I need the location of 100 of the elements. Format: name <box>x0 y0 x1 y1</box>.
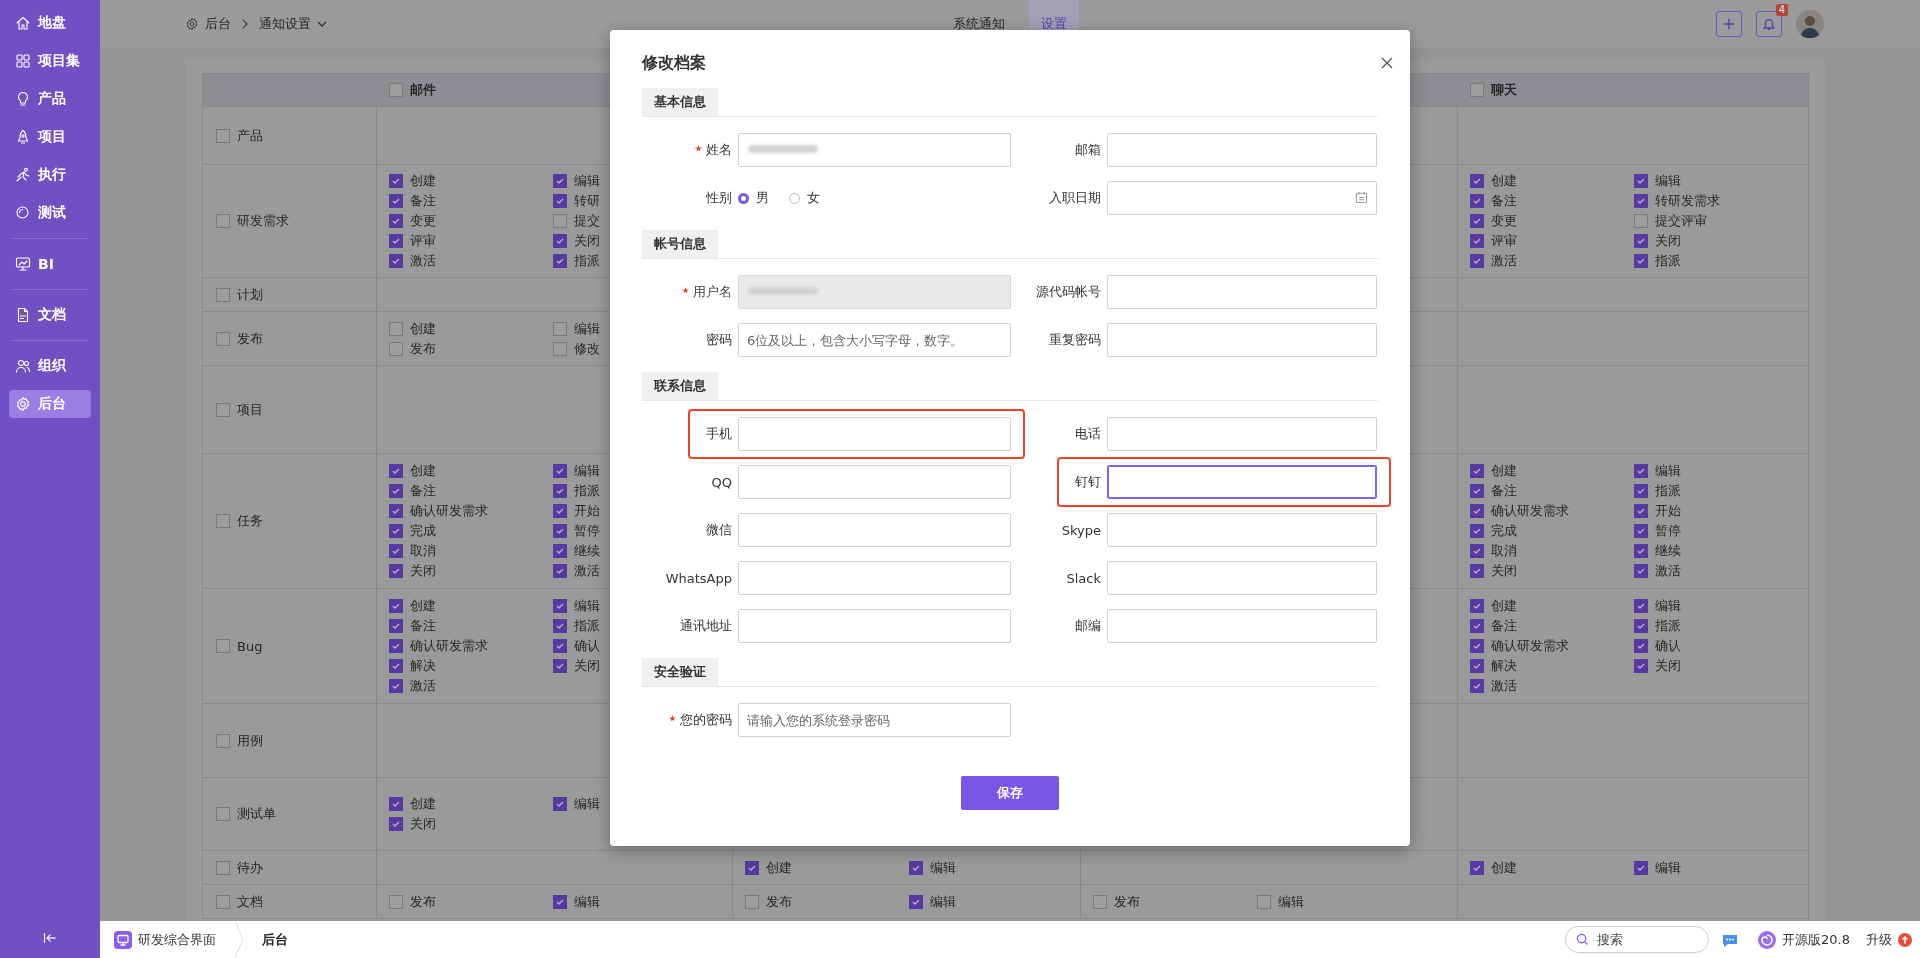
checkbox[interactable] <box>1634 194 1648 208</box>
collapse-icon[interactable] <box>43 932 57 944</box>
checkbox[interactable] <box>1634 659 1648 673</box>
checkbox[interactable] <box>1470 860 1484 875</box>
checkbox[interactable] <box>553 599 567 613</box>
checkbox[interactable] <box>389 619 403 633</box>
checkbox[interactable] <box>1470 659 1484 673</box>
checkbox[interactable] <box>389 797 403 811</box>
checkbox[interactable] <box>1634 860 1648 875</box>
checkbox[interactable] <box>553 797 567 811</box>
checkbox[interactable] <box>553 321 567 336</box>
sidebar-item[interactable]: 项目集 <box>9 47 91 75</box>
radio-button[interactable] <box>738 192 749 204</box>
checkbox[interactable] <box>1470 484 1484 498</box>
checkbox[interactable] <box>389 321 403 336</box>
save-button[interactable]: 保存 <box>961 776 1059 810</box>
checkbox[interactable] <box>1634 524 1648 538</box>
checkbox[interactable] <box>389 817 403 831</box>
checkbox[interactable] <box>553 174 567 188</box>
sidebar-item[interactable]: 地盘 <box>9 9 91 37</box>
checkbox[interactable] <box>1634 599 1648 613</box>
checkbox[interactable] <box>1470 194 1484 208</box>
checkbox[interactable] <box>389 254 403 268</box>
checkbox[interactable] <box>1634 254 1648 268</box>
checkbox[interactable] <box>1634 504 1648 518</box>
checkbox[interactable] <box>909 860 923 875</box>
checkbox[interactable] <box>1470 639 1484 653</box>
checkbox[interactable] <box>1634 234 1648 248</box>
checkbox[interactable] <box>1470 619 1484 633</box>
checkbox[interactable] <box>389 564 403 578</box>
checkbox[interactable] <box>553 214 567 228</box>
checkbox[interactable] <box>1257 894 1271 909</box>
sidebar-item[interactable]: 产品 <box>9 85 91 113</box>
checkbox[interactable] <box>216 214 230 228</box>
checkbox[interactable] <box>389 194 403 208</box>
sidebar-item[interactable]: 文档 <box>9 301 91 329</box>
checkbox[interactable] <box>216 860 230 875</box>
checkbox[interactable] <box>216 733 230 748</box>
checkbox[interactable] <box>389 83 403 97</box>
checkbox[interactable] <box>1470 464 1484 478</box>
checkbox[interactable] <box>216 402 230 417</box>
checkbox[interactable] <box>553 484 567 498</box>
checkbox[interactable] <box>389 544 403 558</box>
checkbox[interactable] <box>389 341 403 356</box>
sidebar-item[interactable]: 执行 <box>9 161 91 189</box>
checkbox[interactable] <box>216 331 230 346</box>
sidebar-item[interactable]: 测试 <box>9 199 91 227</box>
checkbox[interactable] <box>1470 679 1484 693</box>
avatar[interactable] <box>1796 10 1824 38</box>
checkbox[interactable] <box>389 659 403 673</box>
date-field[interactable] <box>1107 181 1377 215</box>
checkbox[interactable] <box>553 639 567 653</box>
checkbox[interactable] <box>1093 894 1107 909</box>
checkbox[interactable] <box>389 599 403 613</box>
upgrade-link[interactable]: 升级 <box>1866 930 1892 949</box>
breadcrumb-dropdown[interactable]: 通知设置 <box>259 15 327 33</box>
checkbox[interactable] <box>1634 214 1648 228</box>
checkbox[interactable] <box>553 564 567 578</box>
checkbox[interactable] <box>553 254 567 268</box>
checkbox[interactable] <box>389 174 403 188</box>
breadcrumb-link[interactable]: 后台 <box>205 15 231 33</box>
sidebar-item[interactable]: 组织 <box>9 352 91 380</box>
checkbox[interactable] <box>1470 504 1484 518</box>
text-field[interactable] <box>1107 465 1377 499</box>
checkbox[interactable] <box>1470 524 1484 538</box>
app-name[interactable]: 研发综合界面 <box>138 930 216 949</box>
checkbox[interactable] <box>553 894 567 909</box>
checkbox[interactable] <box>909 894 923 909</box>
checkbox[interactable] <box>1634 564 1648 578</box>
checkbox[interactable] <box>389 524 403 538</box>
checkbox[interactable] <box>1470 214 1484 228</box>
checkbox[interactable] <box>1470 174 1484 188</box>
search-field[interactable]: 搜索 <box>1565 926 1710 953</box>
checkbox[interactable] <box>216 894 230 909</box>
upgrade-icon[interactable] <box>1898 932 1912 947</box>
checkbox[interactable] <box>216 128 230 143</box>
checkbox[interactable] <box>745 894 759 909</box>
checkbox[interactable] <box>745 860 759 875</box>
checkbox[interactable] <box>389 234 403 248</box>
checkbox[interactable] <box>553 194 567 208</box>
checkbox[interactable] <box>1634 174 1648 188</box>
checkbox[interactable] <box>553 234 567 248</box>
sidebar-item[interactable]: 后台 <box>9 390 91 418</box>
checkbox[interactable] <box>1470 234 1484 248</box>
add-button[interactable] <box>1716 11 1742 37</box>
sidebar-item[interactable]: 项目 <box>9 123 91 151</box>
checkbox[interactable] <box>1470 83 1484 97</box>
checkbox[interactable] <box>389 894 403 909</box>
checkbox[interactable] <box>1634 639 1648 653</box>
sidebar-item[interactable]: BI <box>9 250 91 278</box>
checkbox[interactable] <box>216 287 230 302</box>
checkbox[interactable] <box>553 524 567 538</box>
checkbox[interactable] <box>389 484 403 498</box>
checkbox[interactable] <box>553 659 567 673</box>
checkbox[interactable] <box>553 464 567 478</box>
checkbox[interactable] <box>1470 544 1484 558</box>
checkbox[interactable] <box>553 504 567 518</box>
checkbox[interactable] <box>1470 564 1484 578</box>
checkbox[interactable] <box>216 639 230 653</box>
checkbox[interactable] <box>1470 599 1484 613</box>
